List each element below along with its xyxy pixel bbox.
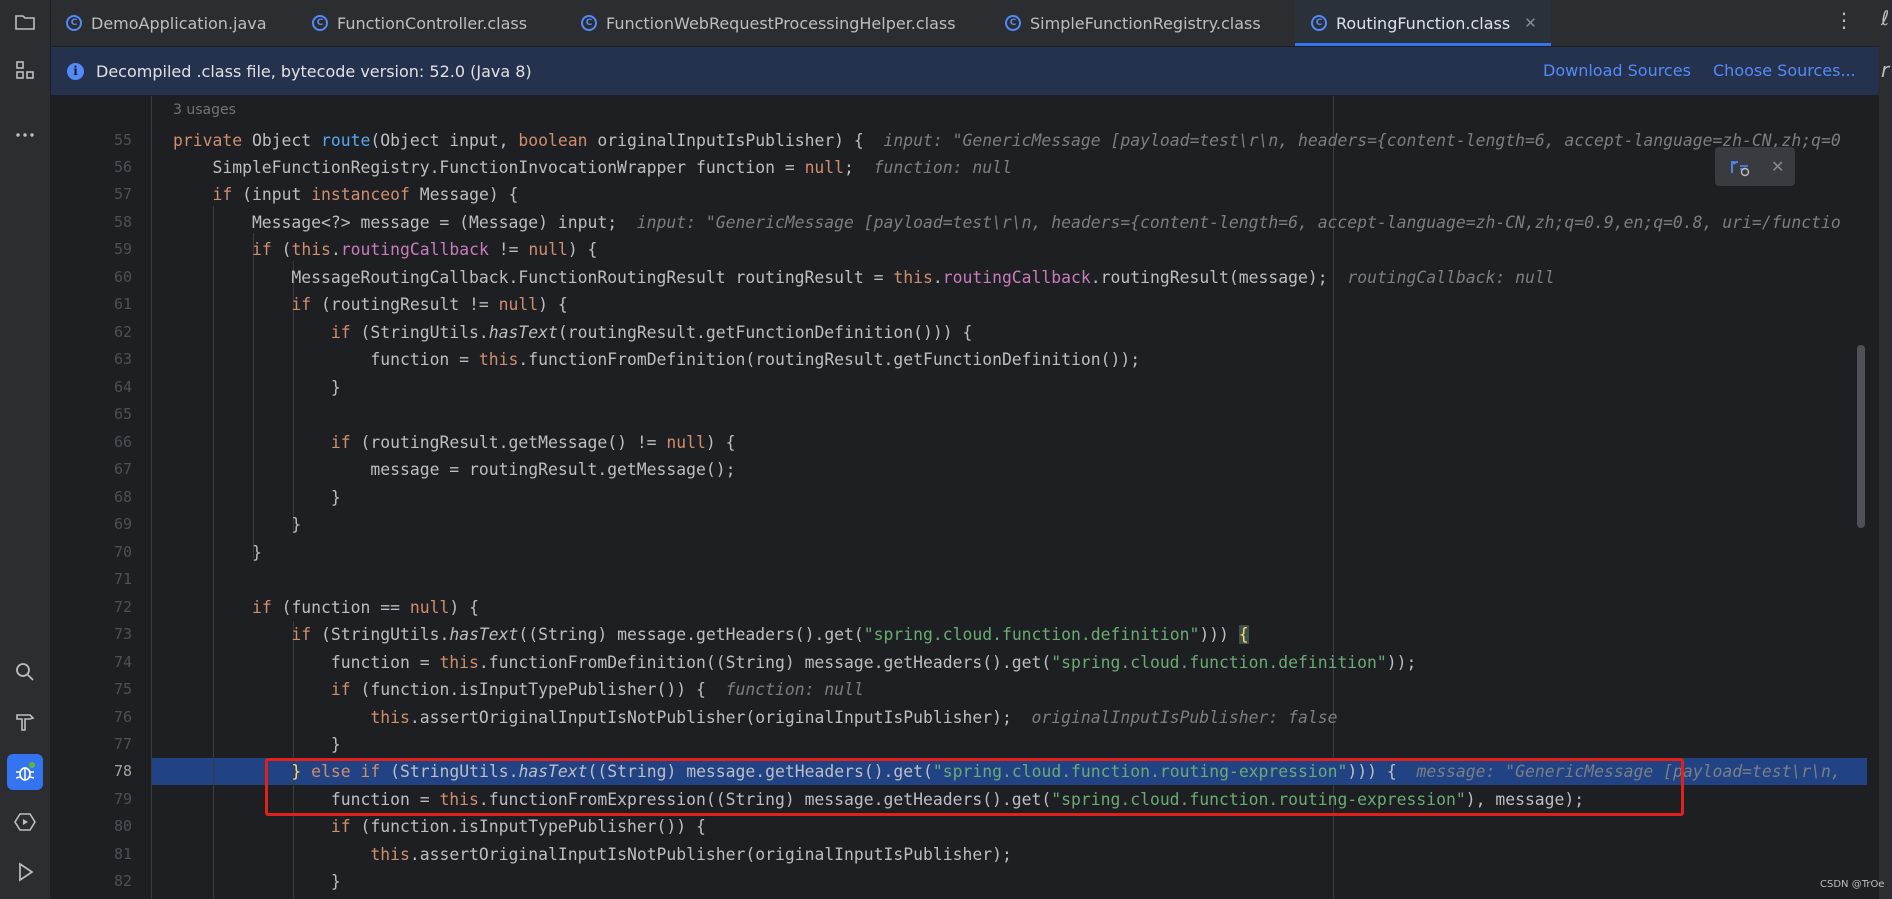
code-line-82: } (173, 872, 341, 891)
build-hammer-icon[interactable] (7, 704, 43, 740)
choose-sources-link[interactable]: Choose Sources... (1713, 61, 1856, 80)
code-line-63: function = this.functionFromDefinition(r… (173, 350, 1141, 369)
line-number: 60 (113, 268, 132, 286)
code-line-74: function = this.functionFromDefinition((… (173, 653, 1417, 672)
code-line-66: if (routingResult.getMessage() != null) … (330, 433, 736, 452)
line-number: 59 (113, 240, 132, 258)
code-line-67: message = routingResult.getMessage(); (173, 460, 736, 479)
line-number: 64 (113, 378, 132, 396)
code-line-60: MessageRoutingCallback.FunctionRoutingRe… (173, 268, 1555, 287)
left-tool-strip (0, 0, 51, 899)
info-icon: i (67, 62, 84, 80)
project-folder-icon[interactable] (7, 4, 43, 40)
tab-routing-function[interactable]: C RoutingFunction.class ✕ (1295, 0, 1551, 46)
debug-bug-icon[interactable] (7, 754, 43, 790)
code-line-59: if (this.routingCallback != null) { (251, 240, 598, 259)
reader-mode-toolbar: ✕ (1715, 147, 1795, 186)
line-number: 56 (113, 158, 132, 176)
line-number: 61 (113, 295, 132, 313)
tab-demo-application[interactable]: C DemoApplication.java (66, 0, 267, 46)
tab-simple-function-registry[interactable]: C SimpleFunctionRegistry.class (1005, 0, 1261, 46)
code-line-77: } (173, 735, 341, 754)
tab-label: RoutingFunction.class (1336, 13, 1511, 33)
editor-scrollbar-thumb[interactable] (1857, 345, 1865, 528)
code-line-70: } (173, 543, 262, 562)
line-number-current: 78 (113, 762, 132, 780)
code-line-62: if (StringUtils.hasText(routingResult.ge… (330, 323, 973, 342)
class-icon: C (581, 15, 597, 31)
tab-function-controller[interactable]: C FunctionController.class (312, 0, 527, 46)
highlight-annotation-box (265, 758, 1684, 816)
line-number: 82 (113, 872, 132, 890)
line-number: 63 (113, 350, 132, 368)
download-sources-link[interactable]: Download Sources (1543, 61, 1691, 80)
close-toolbar-icon[interactable]: ✕ (1771, 157, 1784, 176)
line-number: 55 (113, 131, 132, 149)
line-number: 81 (113, 845, 132, 863)
line-number: 75 (113, 680, 132, 698)
line-number: 68 (113, 488, 132, 506)
line-number: 71 (113, 570, 132, 588)
code-line-64: } (173, 378, 341, 397)
tab-label: FunctionController.class (337, 13, 528, 33)
line-number: 57 (113, 185, 132, 203)
reader-mode-icon[interactable] (1729, 156, 1751, 178)
line-number: 62 (113, 323, 132, 341)
class-icon: C (1005, 15, 1021, 31)
tab-label: SimpleFunctionRegistry.class (1030, 13, 1261, 33)
code-line-73: if (StringUtils.hasText((String) message… (291, 625, 1249, 644)
line-number: 67 (113, 460, 132, 478)
code-line-75: if (function.isInputTypePublisher()) { f… (330, 680, 864, 699)
search-icon[interactable] (7, 654, 43, 690)
code-line-61: if (routingResult != null) { (291, 295, 568, 314)
line-number: 72 (113, 598, 132, 616)
line-number: 73 (113, 625, 132, 643)
line-number: 79 (113, 790, 132, 808)
code-line-81: this.assertOriginalInputIsNotPublisher(o… (370, 845, 1012, 864)
right-strip-glyph[interactable]: r (1881, 58, 1889, 82)
more-tools-icon[interactable] (7, 117, 43, 153)
line-number: 70 (113, 543, 132, 561)
code-line-55: private Object route(Object input, boole… (173, 131, 1841, 150)
tab-options-menu-icon[interactable]: ⋮ (1834, 8, 1854, 32)
class-icon: C (1311, 15, 1327, 31)
code-line-76: this.assertOriginalInputIsNotPublisher(o… (370, 708, 1338, 727)
line-number: 80 (113, 817, 132, 835)
code-line-68: } (173, 488, 341, 507)
banner-message: Decompiled .class file, bytecode version… (96, 61, 532, 81)
tab-label: FunctionWebRequestProcessingHelper.class (606, 13, 956, 33)
line-number: 58 (113, 213, 132, 231)
code-line-69: } (173, 515, 302, 534)
structure-icon[interactable] (7, 52, 43, 88)
line-number: 74 (113, 653, 132, 671)
usages-hint[interactable]: 3 usages (173, 102, 236, 118)
watermark: CSDN @TrOe (1820, 879, 1885, 890)
tab-function-web-request-processing-helper[interactable]: C FunctionWebRequestProcessingHelper.cla… (581, 0, 956, 46)
line-number: 77 (113, 735, 132, 753)
run-icon[interactable] (7, 854, 43, 890)
tab-label: DemoApplication.java (91, 13, 267, 33)
right-tool-strip: ℓ r (1879, 0, 1892, 899)
services-icon[interactable] (7, 804, 43, 840)
code-line-72: if (function == null) { (251, 598, 479, 617)
right-strip-glyph[interactable]: ℓ (1881, 6, 1889, 30)
code-line-57: if (input instanceof Message) { (212, 185, 519, 204)
line-number: 69 (113, 515, 132, 533)
close-tab-icon[interactable]: ✕ (1524, 14, 1537, 32)
line-number: 66 (113, 433, 132, 451)
code-line-80: if (function.isInputTypePublisher()) { (330, 817, 706, 836)
line-number: 76 (113, 708, 132, 726)
line-number: 65 (113, 405, 132, 423)
code-line-56: SimpleFunctionRegistry.FunctionInvocatio… (173, 158, 1012, 177)
class-icon: C (66, 15, 82, 31)
code-line-58: Message<?> message = (Message) input; in… (173, 213, 1841, 232)
class-icon: C (312, 15, 328, 31)
